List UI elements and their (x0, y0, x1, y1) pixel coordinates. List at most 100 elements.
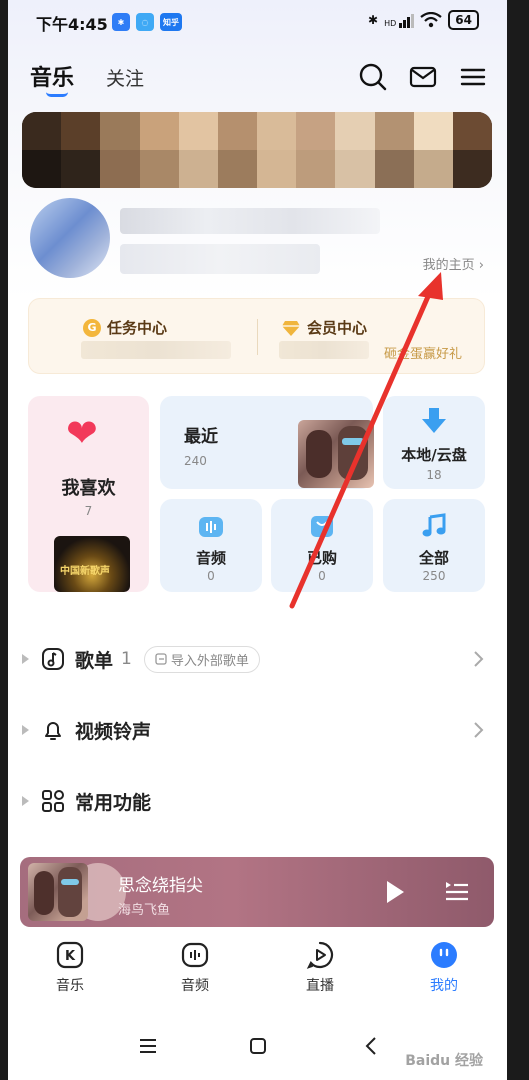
status-bar: 下午4:45 ✱ ◌ 知乎 ✱ HD 64 (8, 0, 507, 44)
diamond-icon (282, 320, 300, 336)
home-square-icon[interactable] (246, 1034, 270, 1058)
recent-card[interactable]: 最近 240 (160, 396, 374, 489)
nav-live-label: 直播 (306, 978, 334, 994)
mini-player[interactable]: 思念绕指尖 海鸟飞鱼 (20, 857, 494, 927)
task-center-button[interactable]: G 任务中心 (83, 317, 167, 338)
promo-banner[interactable] (22, 112, 492, 188)
tab-music[interactable]: 音乐 (30, 60, 74, 92)
favorites-title: 我喜欢 (61, 478, 116, 499)
live-play-icon (306, 941, 334, 969)
device-frame-left (0, 0, 8, 1080)
audio-title: 音频 (195, 549, 226, 567)
favorites-card[interactable]: ❤ 我喜欢 7 中国新歌声 (28, 396, 149, 592)
task-vip-card: G 任务中心 会员中心 砸金蛋赢好礼 (28, 298, 485, 374)
favorites-count: 7 (84, 504, 93, 518)
import-playlist-button[interactable]: 导入外部歌单 (143, 645, 260, 673)
avatar[interactable] (30, 198, 110, 278)
wifi-icon (420, 12, 442, 28)
common-functions-row[interactable]: 常用功能 (22, 781, 490, 821)
nav-mine[interactable]: 我的 (399, 941, 489, 995)
shopping-bag-icon (311, 516, 333, 537)
purchased-title: 已购 (306, 549, 337, 567)
back-icon[interactable] (360, 1034, 384, 1058)
vip-center-label: 会员中心 (307, 319, 368, 337)
bluetooth-icon: ✱ (368, 13, 379, 27)
playlist-row[interactable]: 歌单 1 导入外部歌单 (22, 639, 490, 679)
recent-title: 最近 (184, 427, 218, 447)
purchased-count: 0 (318, 569, 326, 583)
my-homepage-link[interactable]: 我的主页 › (423, 254, 484, 273)
battery-indicator: 64 (448, 10, 479, 30)
play-icon[interactable] (384, 879, 406, 905)
import-icon (155, 653, 167, 665)
bottom-nav: K 音乐 音频 直播 我的 (8, 935, 507, 1005)
download-arrow-icon (422, 408, 446, 433)
heart-icon: ❤ (66, 411, 98, 455)
app-screen: 下午4:45 ✱ ◌ 知乎 ✱ HD 64 音乐 关注 我的主页 › G 任务中… (0, 0, 529, 1080)
all-songs-title: 全部 (418, 549, 449, 567)
svg-text:K: K (65, 949, 76, 964)
import-playlist-label: 导入外部歌单 (170, 653, 249, 669)
chevron-right-icon[interactable] (472, 720, 484, 740)
status-indicators: ✱ HD 64 (368, 10, 479, 30)
divider (257, 319, 258, 355)
recent-apps-icon[interactable] (136, 1034, 160, 1058)
video-ringtone-label: 视频铃声 (75, 720, 152, 743)
recent-album-cover (298, 420, 374, 488)
banner-image (22, 112, 492, 188)
search-icon[interactable] (358, 62, 388, 92)
zhihu-icon: 知乎 (160, 13, 182, 31)
audio-icon (199, 517, 223, 537)
coin-icon: G (83, 318, 101, 337)
purchased-card[interactable]: 已购 0 (271, 499, 373, 592)
mail-icon[interactable] (408, 62, 438, 92)
all-songs-card[interactable]: 全部 250 (383, 499, 485, 592)
mine-bubble-icon (431, 942, 457, 968)
vip-promo-text[interactable]: 砸金蛋赢好礼 (384, 343, 462, 362)
watermark: Baidu 经验 (405, 1053, 483, 1069)
playlist-label: 歌单 (75, 649, 114, 672)
expand-triangle-icon[interactable] (22, 725, 29, 735)
vip-center-button[interactable]: 会员中心 (281, 317, 367, 338)
local-cloud-count: 18 (426, 468, 442, 482)
playlist-icon (42, 648, 64, 670)
nav-music[interactable]: K 音乐 (25, 941, 115, 995)
signal-icon: HD (384, 12, 415, 28)
tab-follow[interactable]: 关注 (106, 64, 144, 91)
task-center-label: 任务中心 (107, 319, 168, 337)
bell-icon (45, 722, 61, 740)
user-info-blurred (120, 244, 320, 274)
nav-mine-label: 我的 (430, 978, 458, 994)
menu-icon[interactable] (458, 62, 488, 92)
now-playing-cover[interactable] (28, 863, 88, 921)
music-k-icon: K (56, 941, 84, 969)
nav-audio-label: 音频 (181, 978, 209, 994)
profile-section[interactable]: 我的主页 › (30, 198, 490, 288)
grid-apps-icon (42, 790, 64, 812)
favorites-album-cover: 中国新歌声 (54, 536, 130, 592)
audio-wave-icon (181, 942, 209, 968)
active-tab-indicator (46, 92, 68, 97)
task-info-blurred (81, 341, 231, 359)
local-cloud-title: 本地/云盘 (401, 446, 467, 464)
status-time: 下午4:45 (36, 15, 108, 34)
playlist-queue-icon[interactable] (444, 879, 470, 905)
username-blurred (120, 208, 380, 234)
expand-triangle-icon[interactable] (22, 654, 29, 664)
expand-triangle-icon[interactable] (22, 796, 29, 806)
chevron-right-icon[interactable] (472, 649, 484, 669)
video-ringtone-row[interactable]: 视频铃声 (22, 710, 490, 750)
playlist-count: 1 (121, 649, 132, 669)
nav-audio[interactable]: 音频 (150, 941, 240, 995)
audio-count: 0 (207, 569, 215, 583)
nav-music-label: 音乐 (56, 978, 84, 994)
chat-app-icon: ◌ (136, 13, 154, 31)
vip-info-blurred (279, 341, 369, 359)
nav-live[interactable]: 直播 (275, 941, 365, 995)
all-songs-count: 250 (422, 569, 446, 583)
music-note-icon (422, 513, 446, 537)
audio-card[interactable]: 音频 0 (160, 499, 262, 592)
now-playing-artist: 海鸟飞鱼 (118, 903, 171, 918)
local-cloud-card[interactable]: 本地/云盘 18 (383, 396, 485, 489)
device-frame-right (507, 0, 529, 1080)
